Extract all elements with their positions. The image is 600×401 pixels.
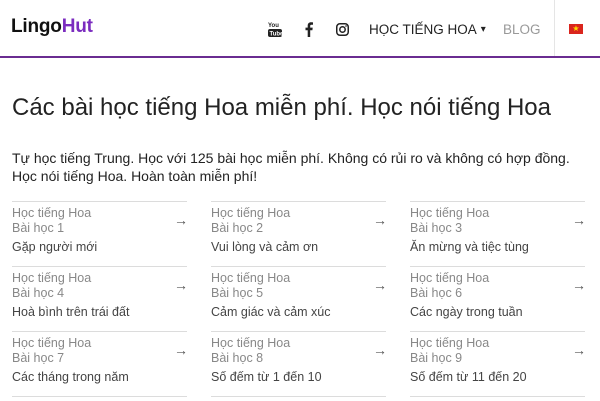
lesson-number: Bài học 6 (410, 286, 463, 300)
arrow-right-icon: → (174, 212, 188, 228)
svg-text:You: You (268, 23, 279, 29)
lesson-card[interactable]: Học tiếng Hoa Bài học 2 Vui lòng và cảm … (211, 201, 387, 263)
nav-divider (554, 0, 555, 56)
intro-text: Tự học tiếng Trung. Học với 125 bài học … (12, 149, 592, 185)
arrow-right-icon: → (373, 342, 387, 358)
lesson-topic: Số đếm từ 1 đến 10 (211, 370, 322, 384)
lesson-topic: Hoà bình trên trái đất (12, 305, 130, 319)
lesson-card[interactable]: Học tiếng Hoa Bài học 3 Ăn mừng và tiệc … (410, 201, 586, 263)
lesson-course: Học tiếng Hoa (410, 336, 490, 350)
blog-link[interactable]: BLOG (503, 22, 541, 37)
lesson-topic: Gặp người mới (12, 240, 98, 254)
arrow-right-icon: → (174, 277, 188, 293)
lesson-card-partial[interactable] (12, 396, 187, 401)
lesson-card[interactable]: Học tiếng Hoa Bài học 9 Số đếm từ 11 đến… (410, 331, 586, 393)
flag-star-icon: ★ (572, 24, 580, 33)
arrow-right-icon: → (572, 212, 586, 228)
lesson-number: Bài học 9 (410, 351, 463, 365)
lesson-course: Học tiếng Hoa (12, 206, 92, 220)
logo-text-accent: Hut (61, 16, 93, 37)
logo-text-main: Lingo (11, 16, 62, 37)
arrow-right-icon: → (373, 277, 387, 293)
lesson-course: Học tiếng Hoa (410, 271, 490, 285)
lesson-number: Bài học 1 (12, 221, 65, 235)
lesson-card[interactable]: Học tiếng Hoa Bài học 5 Cảm giác và cảm … (211, 266, 387, 328)
svg-text:Tube: Tube (270, 32, 283, 38)
arrow-right-icon: → (572, 277, 586, 293)
learn-chinese-menu-label: HỌC TIẾNG HOA (369, 22, 477, 37)
lesson-topic: Số đếm từ 11 đến 20 (410, 370, 527, 384)
lesson-course: Học tiếng Hoa (211, 336, 291, 350)
youtube-icon[interactable]: You Tube (268, 20, 282, 38)
arrow-right-icon: → (572, 342, 586, 358)
chevron-down-icon: ▾ (480, 24, 486, 35)
lesson-course: Học tiếng Hoa (211, 271, 291, 285)
lesson-course: Học tiếng Hoa (211, 206, 291, 220)
lesson-number: Bài học 5 (211, 286, 264, 300)
lesson-course: Học tiếng Hoa (410, 206, 490, 220)
top-navigation-bar: LingoHut You Tube HỌC TIẾNG HOA ▾ BLOG ★ (0, 0, 600, 58)
lesson-number: Bài học 7 (12, 351, 65, 365)
vietnam-flag-icon[interactable]: ★ (569, 24, 583, 34)
lesson-course: Học tiếng Hoa (12, 336, 92, 350)
lesson-course: Học tiếng Hoa (12, 271, 92, 285)
lesson-topic: Cảm giác và cảm xúc (211, 305, 331, 319)
lesson-topic: Ăn mừng và tiệc tùng (410, 240, 529, 254)
lesson-card[interactable]: Học tiếng Hoa Bài học 7 Các tháng trong … (12, 331, 188, 393)
lingohut-logo[interactable]: LingoHut (11, 16, 93, 38)
lesson-topic: Các ngày trong tuần (410, 305, 523, 319)
lesson-number: Bài học 3 (410, 221, 463, 235)
lesson-card[interactable]: Học tiếng Hoa Bài học 6 Các ngày trong t… (410, 266, 586, 328)
arrow-right-icon: → (373, 212, 387, 228)
lesson-card-partial[interactable] (410, 396, 585, 401)
lesson-topic: Các tháng trong năm (12, 370, 129, 384)
lesson-number: Bài học 4 (12, 286, 65, 300)
intro-line-1: Tự học tiếng Trung. Học với 125 bài học … (12, 150, 570, 166)
arrow-right-icon: → (174, 342, 188, 358)
lesson-card[interactable]: Học tiếng Hoa Bài học 4 Hoà bình trên tr… (12, 266, 188, 328)
lesson-card[interactable]: Học tiếng Hoa Bài học 8 Số đếm từ 1 đến … (211, 331, 387, 393)
lesson-card-partial[interactable] (211, 396, 386, 401)
lesson-number: Bài học 8 (211, 351, 264, 365)
lesson-card[interactable]: Học tiếng Hoa Bài học 1 Gặp người mới → (12, 201, 188, 263)
facebook-icon[interactable] (305, 20, 313, 38)
intro-line-2: Học nói tiếng Hoa. Hoàn toàn miễn phí! (12, 168, 258, 184)
instagram-icon[interactable] (336, 20, 349, 38)
lesson-number: Bài học 2 (211, 221, 264, 235)
learn-chinese-menu[interactable]: HỌC TIẾNG HOA ▾ (369, 22, 486, 37)
lesson-topic: Vui lòng và cảm ơn (211, 240, 319, 254)
page-title: Các bài học tiếng Hoa miễn phí. Học nói … (12, 94, 551, 121)
